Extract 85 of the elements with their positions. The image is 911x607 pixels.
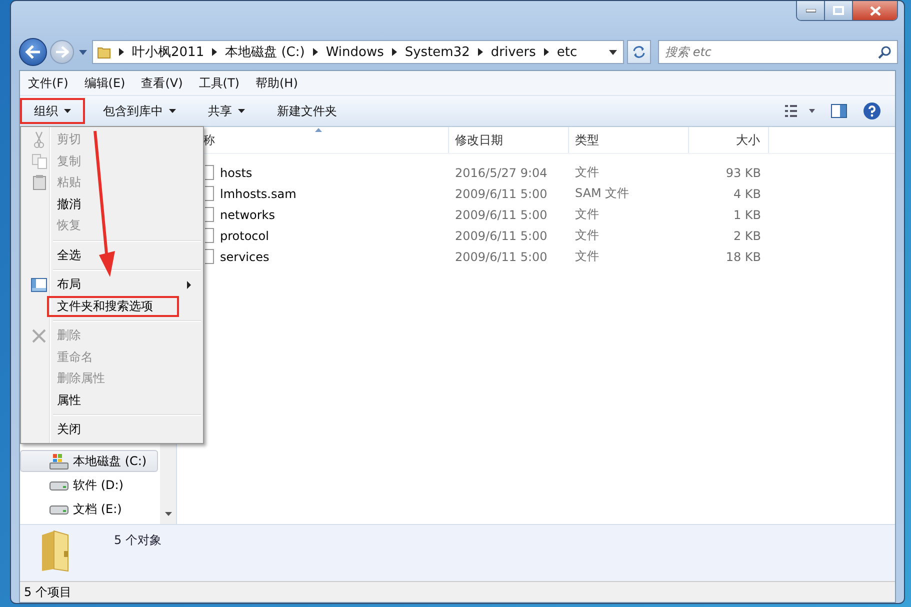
toolbar-button[interactable]: 共享 — [194, 98, 259, 124]
menu-item[interactable]: 文件夹和搜索选项 — [47, 296, 179, 317]
menu-bar-item[interactable]: 查看(V) — [135, 74, 189, 92]
back-button[interactable] — [19, 38, 47, 66]
menu-bar-item[interactable]: 文件(F) — [22, 74, 74, 92]
table-cell-text: 2016/5/27 9:04 — [454, 166, 548, 180]
breadcrumb[interactable]: 本地磁盘 (C:) — [225, 43, 305, 61]
close-icon — [870, 6, 880, 16]
table-cell-text: 文件 — [574, 164, 600, 181]
table-cell-text: 93 KB — [724, 166, 762, 180]
item-count: 5 个对象 — [114, 532, 162, 549]
table-cell-text: 2009/6/11 5:00 — [454, 250, 548, 264]
scissors-icon — [33, 130, 45, 149]
clipboard-icon — [32, 175, 46, 190]
breadcrumb[interactable]: 叶小枫2011 — [132, 43, 204, 61]
table-cell-text: 4 KB — [732, 186, 762, 200]
toolbar-button[interactable]: 包含到库中 — [89, 98, 190, 124]
search-field[interactable]: 搜索 etc — [658, 40, 898, 64]
drive-icon — [49, 479, 69, 491]
column-header[interactable]: 修改日期 — [449, 127, 569, 153]
file-name[interactable]: services — [220, 250, 270, 264]
status-text: 5 个项目 — [24, 584, 72, 600]
maximize-button[interactable] — [825, 1, 853, 20]
chevron-icon[interactable] — [478, 48, 483, 56]
drive-item[interactable]: 软件 (D:) — [20, 474, 158, 496]
chevron-icon[interactable] — [312, 48, 318, 56]
back-arrow-icon — [25, 45, 41, 59]
file-name[interactable]: hosts — [220, 166, 252, 180]
table-cell-text: 2 KB — [732, 228, 762, 242]
breadcrumb[interactable]: etc — [556, 44, 578, 60]
menu-item[interactable]: 撤消 — [23, 194, 179, 215]
file-name[interactable]: networks — [220, 208, 275, 222]
minimize-icon — [806, 8, 816, 12]
address-field[interactable]: 叶小枫2011 本地磁盘 (C:) Windows System32 drivers etc — [92, 40, 624, 64]
scroll-down-icon[interactable] — [164, 512, 172, 516]
column-header[interactable]: 大小 — [689, 127, 769, 153]
forward-arrow-icon — [55, 46, 69, 58]
table-cell-text: 文件 — [574, 206, 600, 223]
search-icon — [878, 46, 891, 59]
close-button[interactable] — [853, 1, 897, 20]
breadcrumb[interactable]: System32 — [404, 44, 470, 60]
column-header[interactable]: 类型 — [569, 127, 689, 153]
menu-bar-item[interactable]: 编辑(E) — [78, 74, 132, 92]
refresh-icon — [632, 45, 646, 59]
menu-bar-item[interactable]: 帮助(H) — [250, 74, 304, 92]
menu-item[interactable]: 布局 — [23, 274, 179, 296]
breadcrumb[interactable]: drivers — [490, 44, 536, 60]
file-name[interactable]: lmhosts.sam — [220, 186, 296, 200]
menu-item[interactable]: 全选 — [23, 244, 179, 266]
toolbar-button[interactable]: 组织 — [20, 98, 85, 124]
menu-item[interactable]: 关闭 — [23, 419, 179, 440]
table-cell-text: 2009/6/11 5:00 — [454, 186, 548, 200]
chevron-icon[interactable] — [212, 48, 218, 56]
table-cell-text: 文件 — [574, 227, 600, 244]
delete-icon — [32, 328, 46, 343]
sort-arrow-icon — [315, 128, 322, 132]
maximize-icon — [833, 6, 844, 15]
drive-item[interactable]: 文档 (E:) — [20, 498, 158, 520]
table-cell-text: 2009/6/11 5:00 — [454, 228, 548, 242]
minimize-button[interactable] — [797, 1, 825, 20]
table-cell-text: 2009/6/11 5:00 — [454, 208, 548, 222]
chevron-icon[interactable] — [119, 48, 124, 56]
table-cell-text: SAM 文件 — [574, 185, 630, 202]
chevron-icon[interactable] — [392, 48, 397, 56]
history-caret-icon[interactable] — [79, 50, 87, 54]
table-cell-text: 文件 — [574, 248, 600, 265]
drive-item[interactable]: 本地磁盘 (C:) — [20, 450, 158, 472]
layout-icon — [31, 278, 47, 292]
system-drive-icon — [49, 452, 69, 470]
preview-pane-icon — [831, 104, 847, 118]
menu-item[interactable]: 属性 — [23, 390, 179, 411]
help-icon — [863, 102, 881, 120]
dropdown-caret-icon[interactable] — [609, 50, 617, 54]
table-cell-text: 1 KB — [732, 208, 762, 222]
file-name[interactable]: protocol — [220, 228, 269, 242]
breadcrumb[interactable]: Windows — [326, 44, 384, 60]
folder-icon — [97, 45, 111, 59]
menu-bar-item[interactable]: 工具(T) — [192, 74, 246, 92]
toolbar-button[interactable]: 新建文件夹 — [263, 98, 351, 124]
chevron-icon[interactable] — [544, 48, 549, 56]
table-cell-text: 18 KB — [724, 250, 762, 264]
refresh-button[interactable] — [627, 40, 651, 64]
drive-icon — [49, 503, 69, 515]
copy-icon — [32, 154, 46, 169]
view-list-icon — [785, 105, 815, 117]
